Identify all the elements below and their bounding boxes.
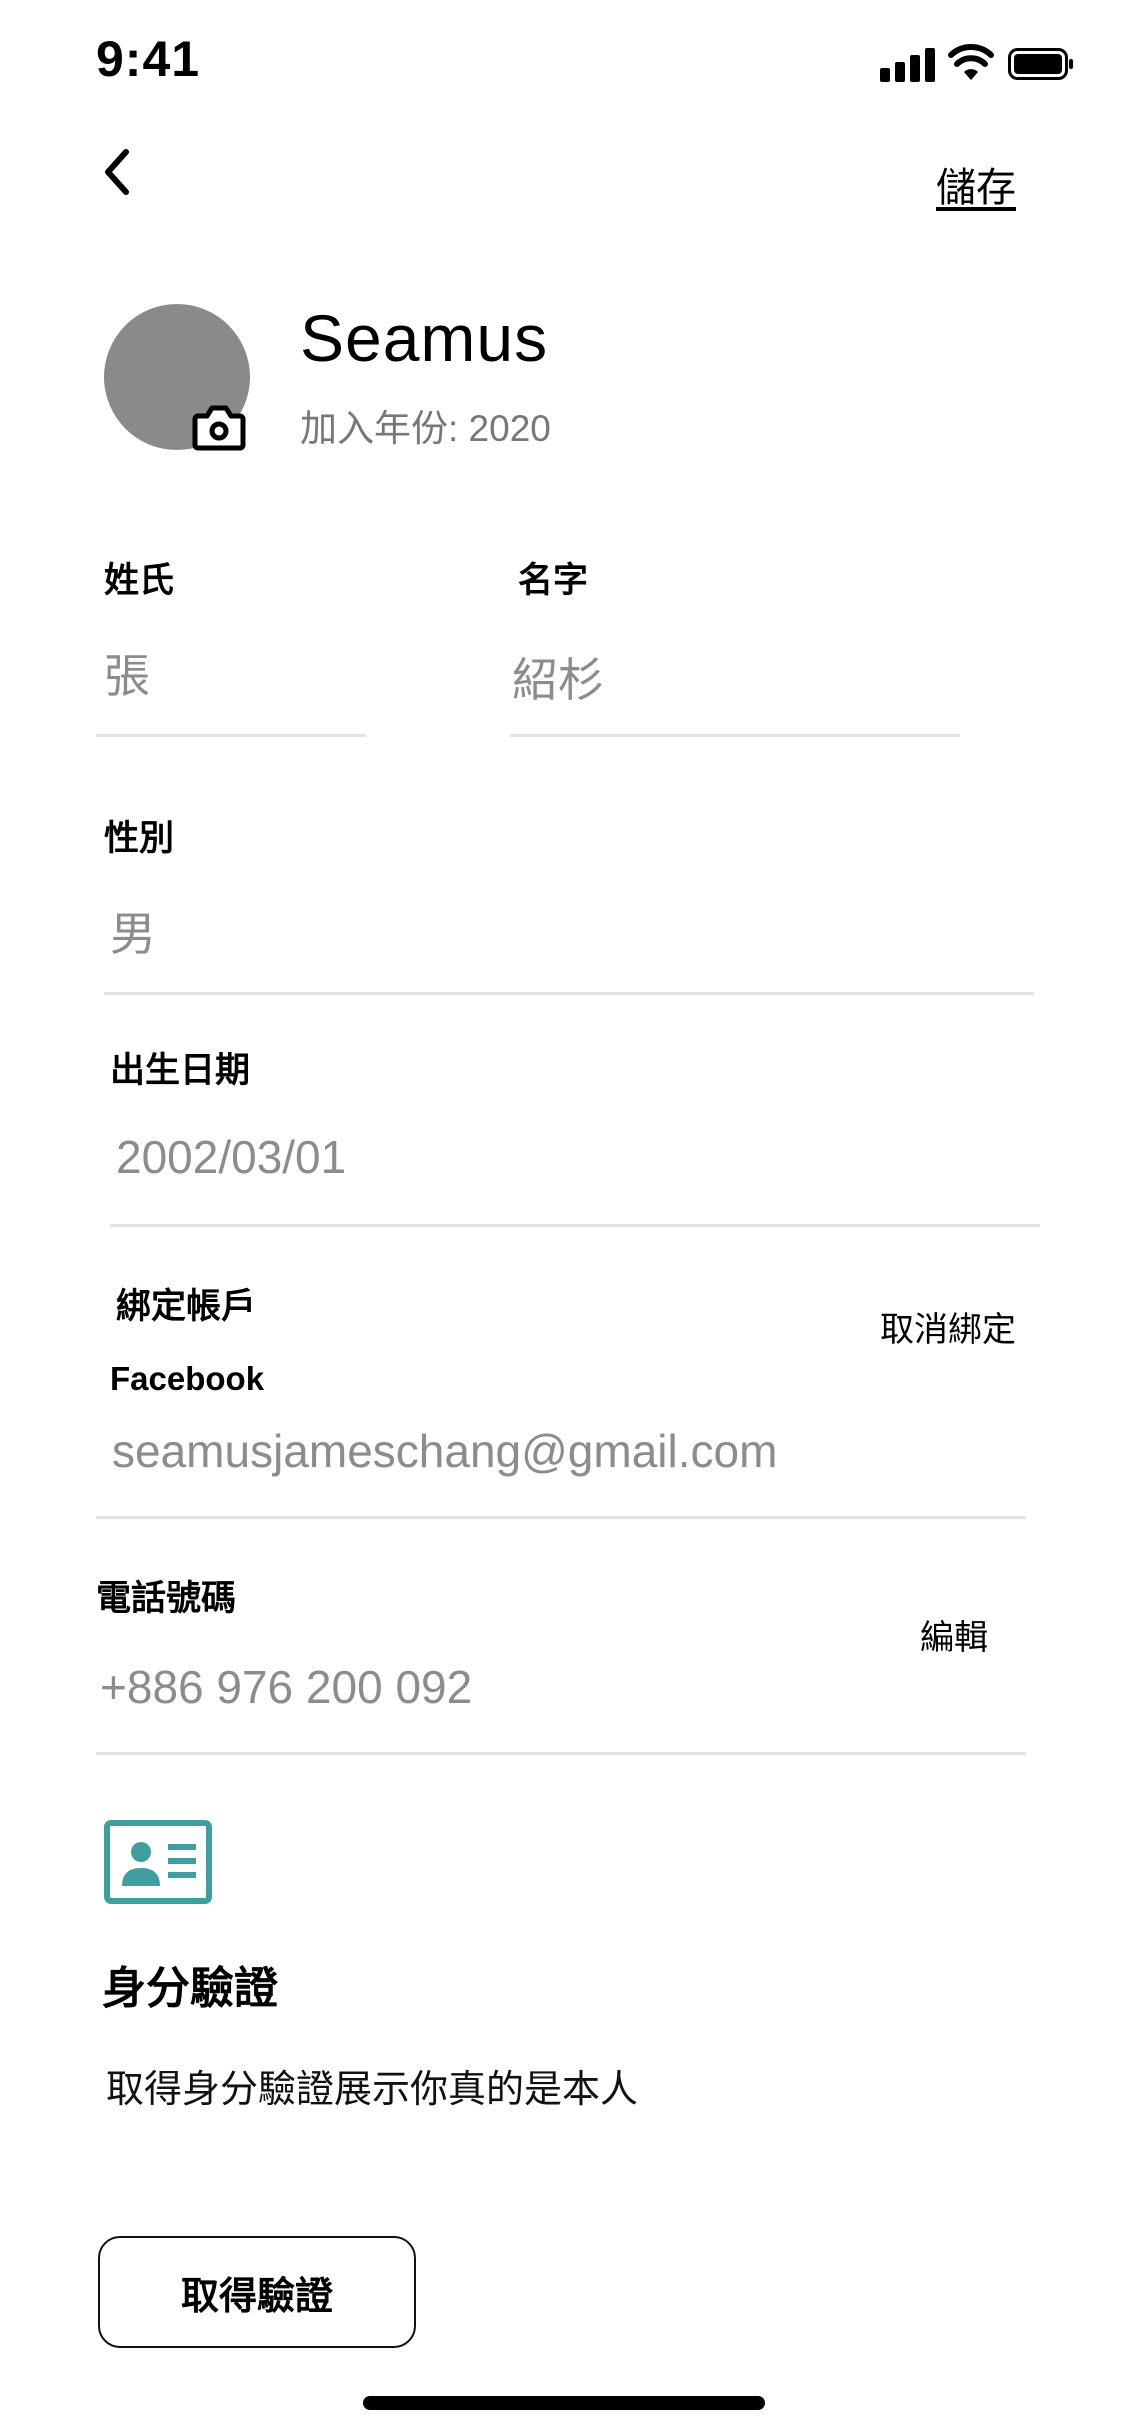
gender-field[interactable]: 男 [110,898,156,964]
linked-account-label: 綁定帳戶 [116,1287,257,1326]
status-time: 9:41 [96,31,201,87]
first-name-field[interactable]: 紹杉 [512,644,604,710]
birthday-field[interactable]: 2002/03/01 [116,1130,346,1184]
verification-title: 身分驗證 [102,1964,278,2013]
unlink-account-button[interactable]: 取消綁定 [880,1302,1016,1351]
phone-underline [96,1752,1026,1755]
cellular-signal-icon [880,46,936,82]
linked-account-underline [96,1516,1026,1519]
birthday-label: 出生日期 [110,1051,251,1090]
gender-label: 性別 [104,819,175,858]
id-card-icon [104,1820,212,1904]
last-name-underline [96,734,366,737]
linked-email: seamusjameschang@gmail.com [112,1425,778,1477]
last-name-label: 姓氏 [104,561,175,600]
get-verification-button[interactable]: 取得驗證 [98,2236,416,2348]
wifi-icon [948,44,994,80]
birthday-underline [110,1224,1040,1227]
gender-underline [104,992,1034,995]
joined-year: 加入年份: 2020 [300,408,551,449]
phone-field: +886 976 200 092 [100,1661,473,1713]
back-chevron-icon[interactable] [96,142,146,202]
phone-label: 電話號碼 [96,1579,237,1618]
edit-phone-button[interactable]: 編輯 [920,1610,988,1659]
profile-name: Seamus [300,301,549,375]
linked-provider: Facebook [110,1360,265,1397]
camera-icon[interactable] [192,402,246,452]
first-name-label: 名字 [518,561,589,600]
home-indicator [363,2396,765,2410]
last-name-field[interactable]: 張 [104,640,150,706]
save-button[interactable]: 儲存 [936,155,1016,213]
battery-icon [1008,48,1073,80]
verification-description: 取得身分驗證展示你真的是本人 [106,2069,639,2111]
first-name-underline [510,734,960,737]
